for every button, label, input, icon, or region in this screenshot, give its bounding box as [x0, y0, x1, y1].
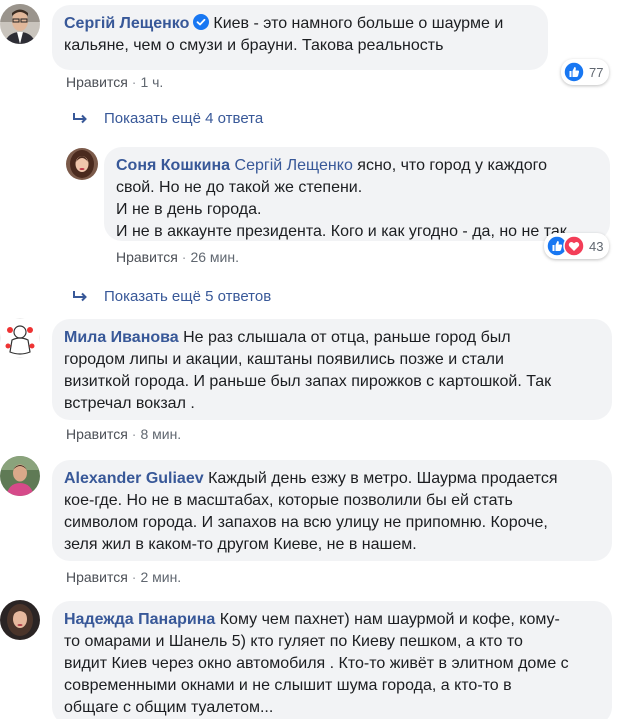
comment-timestamp[interactable]: 1 ч.	[140, 74, 163, 90]
comment-timestamp[interactable]: 8 мин.	[140, 426, 181, 442]
show-more-replies-link[interactable]: Показать ещё 4 ответа	[72, 110, 263, 127]
comment-text-line: современными окнами и не слышит шума гор…	[64, 677, 512, 694]
like-button[interactable]: Нравится	[66, 426, 128, 442]
avatar-nadezhda[interactable]	[0, 600, 40, 640]
comment-text-line: кое-где. Но не в масштабах, которые позв…	[64, 492, 513, 509]
comment-author[interactable]: Надежда Панарина	[64, 611, 215, 628]
show-more-replies-label: Показать ещё 4 ответа	[104, 110, 264, 127]
comment-author[interactable]: Соня Кошкина	[116, 157, 230, 174]
avatar-serhii[interactable]	[0, 4, 40, 44]
comment-text-line: И не в день города.	[116, 201, 262, 218]
show-more-replies-label: Показать ещё 5 ответов	[104, 288, 272, 305]
comment-text-line: Кому чем пахнет) нам шаурмой и кофе, ком…	[219, 611, 560, 628]
mention-link[interactable]: Сергій Лещенко	[235, 157, 353, 174]
comment-author[interactable]: Мила Иванова	[64, 329, 179, 346]
reply-arrow-icon	[73, 290, 87, 301]
reaction-summary[interactable]: 77	[561, 59, 610, 85]
comment-text-line: ясно, что город у каждого	[357, 157, 548, 174]
show-more-replies-link[interactable]: Показать ещё 5 ответов	[72, 288, 271, 305]
comment-timestamp[interactable]: 2 мин.	[140, 569, 181, 585]
avatar-mila[interactable]	[0, 318, 40, 358]
reaction-summary[interactable]: 43	[544, 233, 610, 259]
love-reaction-icon	[563, 235, 585, 257]
comment-text-line: то омарами и Шанель 5) кто гуляет по Кие…	[64, 633, 523, 650]
reaction-count: 43	[589, 238, 604, 254]
comment-timestamp[interactable]: 26 мин.	[190, 249, 239, 265]
reply-arrow-icon	[73, 112, 87, 123]
like-button[interactable]: Нравится	[66, 569, 128, 585]
comment-text-line: кальяне, чем о смузи и брауни. Такова ре…	[64, 37, 444, 54]
comment-author[interactable]: Alexander Guliaev	[64, 470, 204, 487]
comment-author[interactable]: Сергій Лещенко	[64, 15, 189, 32]
comment-text-line: зеля жил в каком-то другом Киеве, не в н…	[64, 536, 417, 553]
comment-text-line: встречал вокзал .	[64, 395, 195, 412]
comment-text-line: общаге с общим туалетом...	[64, 699, 274, 716]
comment-text-line: Каждый день езжу в метро. Шаурма продает…	[208, 470, 558, 487]
comment-bubble-3: Мила Иванова Не раз слышала от отца, ран…	[52, 319, 612, 420]
avatar-sonia[interactable]	[66, 148, 98, 180]
comment-actions: Нравится · 8 мин.	[66, 426, 182, 442]
like-reaction-icon	[563, 61, 585, 83]
comment-text-line: И не в аккаунте президента. Кого и как у…	[116, 223, 567, 240]
comment-bubble-4: Alexander Guliaev Каждый день езжу в мет…	[52, 460, 612, 561]
comment-text-line: Киев - это намного больше о шаурме и	[213, 15, 504, 32]
like-button[interactable]: Нравится	[66, 74, 128, 90]
avatar-alexander[interactable]	[0, 456, 40, 496]
like-button[interactable]: Нравится	[116, 249, 178, 265]
comment-actions: Нравится · 1 ч.	[66, 74, 164, 90]
comment-bubble-1: Сергій Лещенко Киев - это намного больше …	[52, 5, 548, 70]
comment-bubble-2: Соня Кошкина Сергій Лещенко ясно, что го…	[104, 147, 610, 241]
comment-text-line: Не раз слышала от отца, раньше город был	[183, 329, 511, 346]
comment-text-line: символом города. И запахов на всю улицу …	[64, 514, 548, 531]
reaction-count: 77	[589, 64, 604, 80]
comment-text-line: видит Киев через окно автомобиля . Кто-т…	[64, 655, 569, 672]
comment-text-line: свой. Но не до такой же степени.	[116, 179, 363, 196]
verified-badge-icon	[193, 14, 210, 30]
comment-text-line: городом липы и акации, каштаны появились…	[64, 351, 504, 368]
comment-actions: Нравится · 2 мин.	[66, 569, 182, 585]
comment-bubble-5: Надежда Панарина Кому чем пахнет) нам ша…	[52, 601, 612, 719]
comment-actions: Нравится · 26 мин.	[116, 249, 239, 265]
comment-text-line: визиткой города. И раньше был запах пиро…	[64, 373, 552, 390]
